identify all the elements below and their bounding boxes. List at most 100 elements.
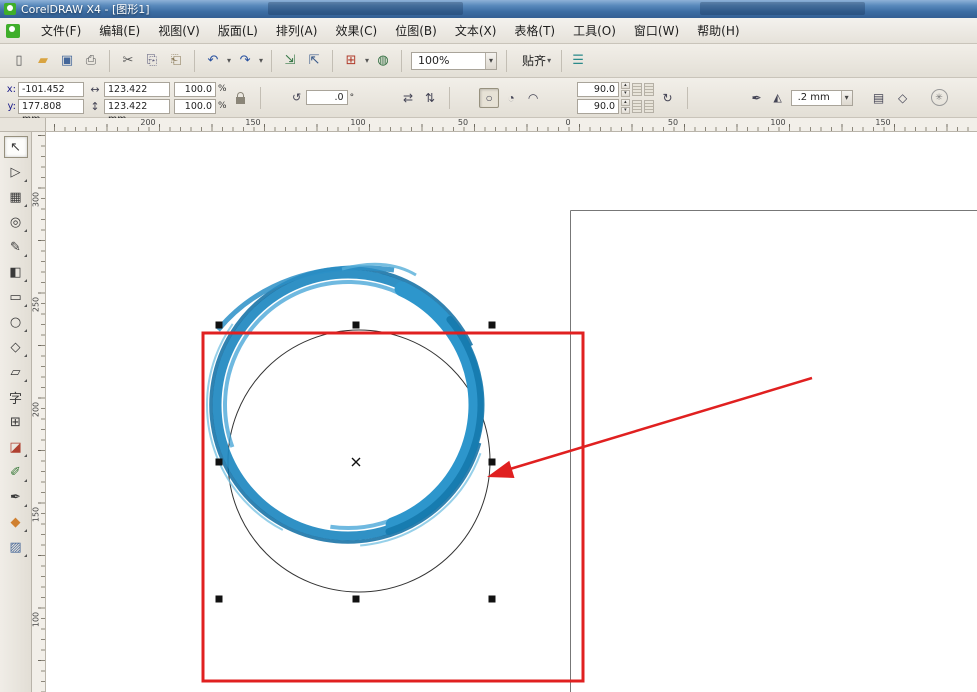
text-tool[interactable]: 字 — [4, 386, 28, 408]
options-icon[interactable]: ☰ — [567, 50, 589, 72]
y-position-field[interactable]: 177.808 mm — [18, 99, 84, 114]
arc-end-angle-field[interactable]: 90.0 — [577, 99, 619, 114]
print-icon[interactable]: ⎙ — [80, 50, 102, 72]
mini-toggle-button[interactable] — [644, 100, 654, 113]
menu-effects[interactable]: 效果(C) — [326, 18, 386, 43]
menu-edit[interactable]: 编辑(E) — [90, 18, 149, 43]
arc-start-spinner[interactable]: ▴▾ — [621, 82, 630, 97]
spin-down-icon[interactable]: ▾ — [621, 90, 630, 97]
ruler-origin[interactable] — [0, 118, 46, 132]
object-width-field[interactable]: 123.422 mm — [104, 82, 170, 97]
menu-help[interactable]: 帮助(H) — [688, 18, 748, 43]
selection-handle[interactable] — [216, 322, 223, 329]
selection-handle[interactable] — [489, 459, 496, 466]
paste-icon[interactable]: ⎗ — [165, 50, 187, 72]
arc-end-spinner[interactable]: ▴▾ — [621, 99, 630, 114]
mini-toggle-button[interactable] — [632, 100, 642, 113]
menu-table[interactable]: 表格(T) — [505, 18, 564, 43]
polygon-tool[interactable]: ◇ — [4, 336, 28, 358]
freehand-tool[interactable]: ✎ — [4, 236, 28, 258]
new-document-icon[interactable]: ▯ — [8, 50, 30, 72]
zoom-level-combobox[interactable]: 100% ▾ — [411, 52, 497, 70]
snap-dropdown-icon[interactable]: ▾ — [547, 56, 551, 65]
interactive-fill-tool[interactable]: ▨ — [4, 536, 28, 558]
undo-dropdown-icon[interactable]: ▾ — [227, 56, 231, 65]
outline-pen-dialog-button[interactable]: ✒ — [747, 88, 767, 108]
import-icon[interactable]: ⇲ — [279, 50, 301, 72]
mirror-horizontal-button[interactable]: ⇄ — [398, 88, 418, 108]
snap-dropdown[interactable]: 贴齐 ▾ — [516, 52, 552, 70]
shape-tool[interactable]: ▷ — [4, 161, 28, 183]
spin-down-icon[interactable]: ▾ — [621, 107, 630, 114]
pick-tool[interactable]: ↖ — [4, 136, 28, 158]
selection-handle[interactable] — [489, 596, 496, 603]
menu-tools[interactable]: 工具(O) — [564, 18, 625, 43]
cut-icon[interactable]: ✂ — [117, 50, 139, 72]
x-position-field[interactable]: -101.452 mm — [18, 82, 84, 97]
redo-icon[interactable]: ↷ — [234, 50, 256, 72]
outline-width-combobox[interactable]: .2 mm ▾ — [791, 90, 853, 106]
application-launcher-icon[interactable]: ⊞ — [340, 50, 362, 72]
table-tool[interactable]: ⊞ — [4, 411, 28, 433]
scale-vertical-field[interactable]: 100.0 — [174, 99, 216, 114]
ellipse-mode-button[interactable]: ○ — [479, 88, 499, 108]
quick-customize-button[interactable]: ✳ — [929, 88, 950, 108]
ellipse-tool[interactable]: ○ — [4, 311, 28, 333]
lock-ratio-button[interactable] — [231, 83, 251, 113]
selection-handle[interactable] — [353, 596, 360, 603]
menu-file[interactable]: 文件(F) — [32, 18, 90, 43]
rectangle-tool[interactable]: ▭ — [4, 286, 28, 308]
scale-horizontal-field[interactable]: 100.0 — [174, 82, 216, 97]
horizontal-ruler[interactable]: 20015010050050100150 — [46, 118, 977, 132]
menu-layout[interactable]: 版面(L) — [209, 18, 267, 43]
zoom-tool[interactable]: ◎ — [4, 211, 28, 233]
outline-pen-tool[interactable]: ✒ — [4, 486, 28, 508]
menu-window[interactable]: 窗口(W) — [625, 18, 688, 43]
rotation-angle-field[interactable]: .0 — [306, 90, 348, 105]
menu-bitmaps[interactable]: 位图(B) — [386, 18, 446, 43]
zoom-dropdown-icon[interactable]: ▾ — [485, 53, 496, 69]
spin-up-icon[interactable]: ▴ — [621, 99, 630, 106]
pie-mode-button[interactable]: ◔ — [501, 88, 521, 108]
menu-view[interactable]: 视图(V) — [149, 18, 209, 43]
blend-tool[interactable]: ◪ — [4, 436, 28, 458]
selection-handle[interactable] — [489, 322, 496, 329]
save-icon[interactable]: ▣ — [56, 50, 78, 72]
basic-shapes-tool[interactable]: ▱ — [4, 361, 28, 383]
wrap-paragraph-text-button[interactable]: ▤ — [869, 88, 889, 108]
toolbar-separator — [271, 50, 272, 72]
arc-start-angle-field[interactable]: 90.0 — [577, 82, 619, 97]
mini-toggle-button[interactable] — [632, 83, 642, 96]
brush-stroke-circle[interactable] — [161, 218, 536, 593]
selection-handle[interactable] — [353, 322, 360, 329]
selection-handle[interactable] — [216, 459, 223, 466]
application-launcher-dropdown-icon[interactable]: ▾ — [365, 56, 369, 65]
titlebar[interactable]: CorelDRAW X4 - [图形1] — [0, 0, 977, 18]
corel-online-icon[interactable]: ◍ — [372, 50, 394, 72]
redo-dropdown-icon[interactable]: ▾ — [259, 56, 263, 65]
drawing-area[interactable] — [46, 132, 977, 692]
fill-tool[interactable]: ◆ — [4, 511, 28, 533]
selection-handle[interactable] — [216, 596, 223, 603]
selection-center-marker[interactable] — [352, 458, 360, 466]
canvas[interactable] — [46, 132, 977, 692]
outline-width-dropdown-icon[interactable]: ▾ — [841, 91, 852, 105]
convert-to-curves-button[interactable]: ◇ — [893, 88, 913, 108]
arc-mode-button[interactable]: ◠ — [523, 88, 543, 108]
export-icon[interactable]: ⇱ — [303, 50, 325, 72]
eyedropper-tool[interactable]: ✐ — [4, 461, 28, 483]
ellipse-object[interactable] — [228, 330, 490, 592]
spin-up-icon[interactable]: ▴ — [621, 82, 630, 89]
object-height-field[interactable]: 123.422 mm — [104, 99, 170, 114]
arc-direction-button[interactable]: ↻ — [658, 83, 678, 113]
open-folder-icon[interactable]: ▰ — [32, 50, 54, 72]
undo-icon[interactable]: ↶ — [202, 50, 224, 72]
crop-tool[interactable]: ▦ — [4, 186, 28, 208]
mini-toggle-button[interactable] — [644, 83, 654, 96]
smart-fill-tool[interactable]: ◧ — [4, 261, 28, 283]
mirror-vertical-button[interactable]: ⇅ — [420, 88, 440, 108]
vertical-ruler[interactable]: 300250200150100 — [32, 132, 46, 692]
menu-arrange[interactable]: 排列(A) — [267, 18, 327, 43]
menu-text[interactable]: 文本(X) — [446, 18, 506, 43]
copy-icon[interactable]: ⎘ — [141, 50, 163, 72]
